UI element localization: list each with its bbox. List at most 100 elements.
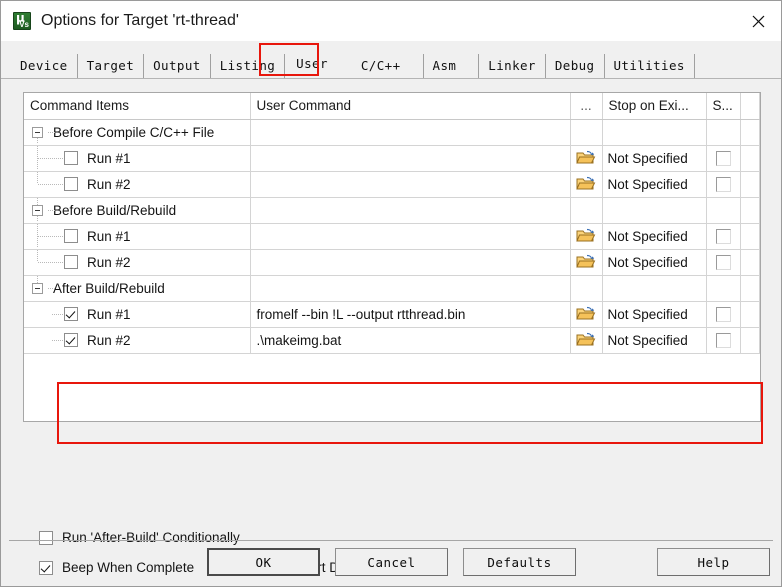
cell-stop-on-exit[interactable]: Not Specified [602,249,707,276]
cell-stop-on-exit[interactable]: Not Specified [602,327,707,354]
cell-command-item[interactable]: Before Compile C/C++ File [24,119,251,146]
tab-c-cpp[interactable]: C/C++ [351,54,424,78]
folder-open-icon [576,332,596,346]
user-tab-page: Command Items User Command ... Stop on E… [1,78,781,586]
defaults-button[interactable]: Defaults [463,548,576,576]
tab-device[interactable]: Device [11,54,78,78]
cell-command-item[interactable]: Run #1 [24,145,251,172]
cell-user-command[interactable] [250,171,571,198]
cell-user-command[interactable]: fromelf --bin !L --output rtthread.bin [249,300,571,328]
cell-user-command[interactable] [250,223,571,250]
run-label: Run #2 [87,176,131,192]
close-button[interactable] [735,1,781,41]
cell-stop-on-exit[interactable]: Not Specified [602,223,707,250]
s-checkbox[interactable] [715,306,731,322]
cell-command-item[interactable]: Run #1 [24,301,251,328]
cell-stop-on-exit[interactable]: Not Specified [602,171,707,198]
run-checkbox[interactable] [64,229,78,243]
cell-command-item[interactable]: Run #1 [24,223,251,250]
tab-linker[interactable]: Linker [479,54,546,78]
ok-button[interactable]: OK [207,548,320,576]
expander-icon[interactable] [32,204,43,216]
cancel-button[interactable]: Cancel [335,548,448,576]
cell-s[interactable] [706,223,741,250]
tab-user[interactable]: User [285,50,352,78]
run-checkbox[interactable] [64,151,78,165]
stop-on-exit-value: Not Specified [607,176,688,192]
expander-icon[interactable] [32,126,43,138]
cell-command-item[interactable]: Run #2 [24,327,251,354]
header-browse[interactable]: ... [570,93,603,120]
s-checkbox[interactable] [715,254,731,270]
table-row[interactable]: Run #1 fromelf --bin !L --output rtthrea… [24,300,760,328]
cell-command-item[interactable]: Run #2 [24,171,251,198]
table-row[interactable]: Run #2 Not Specified [24,171,760,198]
table-row[interactable]: Before Build/Rebuild [24,197,760,224]
header-s[interactable]: S... [706,93,741,120]
stop-on-exit-value: Not Specified [607,332,688,348]
tab-utilities[interactable]: Utilities [604,54,695,78]
folder-open-icon [576,176,596,190]
tab-label: Debug [554,57,595,73]
tab-strip: Device Target Output Listing User C/C++ … [1,41,781,78]
header-command-items[interactable]: Command Items [24,93,251,120]
tab-debug[interactable]: Debug [545,54,605,78]
run-label: Run #1 [87,306,131,322]
table-row[interactable]: Before Compile C/C++ File [24,119,760,146]
cell-filler [740,145,760,172]
cell-s[interactable] [706,249,741,276]
cell-user-command[interactable] [250,119,571,146]
cell-s[interactable] [706,327,741,354]
user-commands-grid: Command Items User Command ... Stop on E… [23,92,761,422]
tab-output[interactable]: Output [144,54,211,78]
cell-s [706,275,741,302]
cell-browse[interactable] [570,301,603,328]
s-checkbox[interactable] [715,332,731,348]
cell-browse[interactable] [570,249,603,276]
commands-table: Command Items User Command ... Stop on E… [24,93,760,354]
s-checkbox[interactable] [715,150,731,166]
run-label: Run #1 [87,150,131,166]
header-stop-on-exit[interactable]: Stop on Exi... [602,93,707,120]
s-checkbox[interactable] [715,228,731,244]
run-checkbox[interactable] [64,307,78,321]
cell-stop-on-exit [602,275,707,302]
help-button[interactable]: Help [657,548,770,576]
cell-user-command[interactable] [250,145,571,172]
cell-user-command[interactable]: .\makeimg.bat [249,326,571,354]
run-checkbox[interactable] [64,333,78,347]
cell-s[interactable] [706,301,741,328]
cell-stop-on-exit[interactable]: Not Specified [602,301,707,328]
s-checkbox[interactable] [715,176,731,192]
command-text: fromelf --bin !L --output rtthread.bin [256,306,466,322]
tab-listing[interactable]: Listing [210,54,286,78]
expander-icon[interactable] [32,282,43,294]
run-checkbox[interactable] [64,255,78,269]
cell-browse[interactable] [570,223,603,250]
cell-stop-on-exit[interactable]: Not Specified [602,145,707,172]
cell-browse[interactable] [570,171,603,198]
tab-target[interactable]: Target [77,54,145,78]
run-checkbox[interactable] [64,177,78,191]
cell-command-item[interactable]: After Build/Rebuild [24,275,251,302]
table-row[interactable]: Run #2 Not Specified [24,249,760,276]
cell-s[interactable] [706,171,741,198]
cell-command-item[interactable]: Before Build/Rebuild [24,197,251,224]
title-bar: Options for Target 'rt-thread' [1,1,781,41]
cell-browse[interactable] [570,327,603,354]
header-user-command[interactable]: User Command [250,93,571,120]
folder-open-icon [576,254,596,268]
cell-s[interactable] [706,145,741,172]
tab-label: Asm [432,57,457,73]
tab-asm[interactable]: Asm [423,54,480,78]
cell-user-command[interactable] [250,275,571,302]
table-row[interactable]: After Build/Rebuild [24,275,760,302]
table-row[interactable]: Run #1 Not Specified [24,223,760,250]
cell-command-item[interactable]: Run #2 [24,249,251,276]
cell-user-command[interactable] [250,249,571,276]
table-row[interactable]: Run #2 .\makeimg.bat Not Specified [24,326,760,354]
table-row[interactable]: Run #1 Not Specified [24,145,760,172]
cell-browse[interactable] [570,145,603,172]
cell-user-command[interactable] [250,197,571,224]
cell-filler [740,171,760,198]
